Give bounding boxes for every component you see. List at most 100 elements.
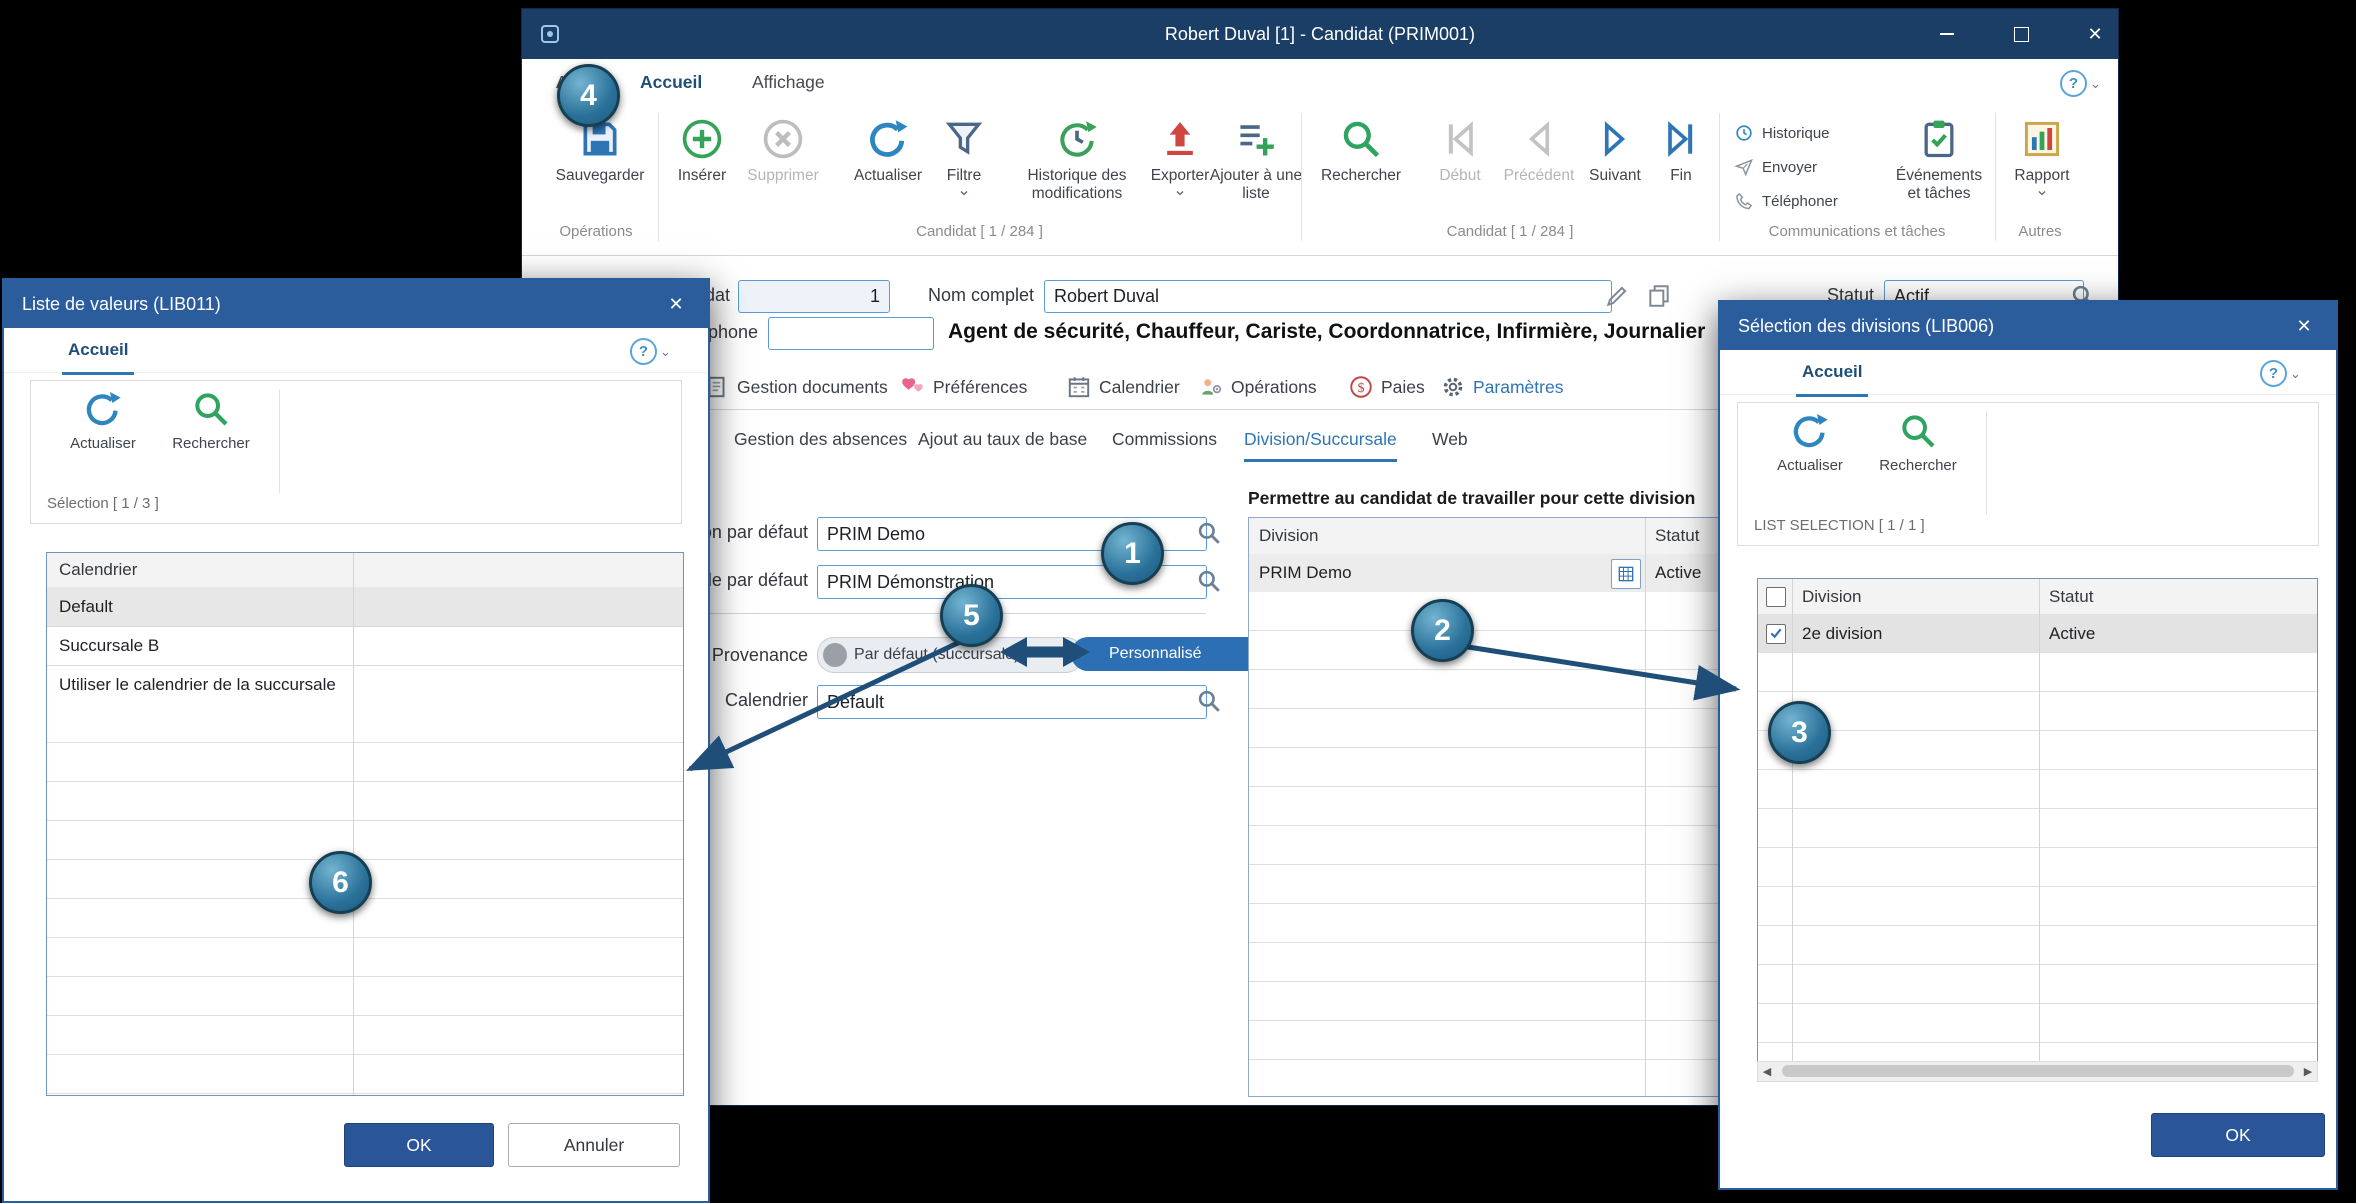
ok-button[interactable]: OK — [344, 1123, 494, 1167]
plus-circle-icon — [680, 117, 724, 161]
tab-preferences[interactable]: Préférences — [900, 365, 1027, 409]
main-menu-tabrow: A Accueil Affichage ?⌄ — [522, 59, 2118, 106]
column-divider — [353, 553, 354, 1095]
close-button[interactable]: ✕ — [2072, 9, 2118, 59]
help-button[interactable]: ?⌄ — [630, 338, 671, 365]
chevron-down-icon: ⌄ — [2090, 76, 2101, 92]
group-comms-label: Communications et tâches — [1719, 223, 1995, 247]
table-row[interactable]: 2e division Active — [1758, 614, 2317, 654]
close-button[interactable]: ✕ — [654, 280, 698, 328]
scrollbar-thumb[interactable] — [1782, 1065, 2294, 1077]
liste-valeurs-window: Liste de valeurs (LIB011) ✕ Accueil ?⌄ A… — [2, 278, 710, 1203]
candidat-field[interactable]: 1 — [738, 280, 890, 313]
cell-calendrier: Default — [47, 597, 113, 617]
col-division[interactable]: Division — [1249, 526, 1319, 546]
edit-pencil-icon[interactable] — [1604, 283, 1630, 309]
cell-calendrier: Succursale B — [47, 636, 159, 656]
ajouter-liste-button[interactable]: Ajouter à une liste — [1202, 117, 1310, 203]
rechercher-button[interactable]: Rechercher — [1866, 411, 1970, 475]
gear-icon — [1440, 374, 1466, 400]
select-all-checkbox[interactable] — [1766, 587, 1786, 607]
tab-paies[interactable]: Paies — [1348, 365, 1425, 409]
col-statut[interactable]: Statut — [2049, 587, 2093, 607]
subtab-commissions[interactable]: Commissions — [1112, 419, 1217, 459]
subtab-ajout-taux[interactable]: Ajout au taux de base — [918, 419, 1087, 459]
column-divider — [1645, 518, 1646, 1096]
calendrier-field[interactable]: Default — [817, 685, 1207, 719]
tab-calendrier[interactable]: Calendrier — [1066, 365, 1180, 409]
rechercher-label: Rechercher — [1321, 167, 1401, 185]
tab-parametres[interactable]: Paramètres — [1440, 365, 1563, 409]
fin-button[interactable]: Fin — [1650, 117, 1712, 185]
historique-modifications-button[interactable]: Historique des modifications — [1008, 117, 1146, 203]
main-titlebar[interactable]: Robert Duval [1] - Candidat (PRIM001) ✕ — [522, 9, 2118, 59]
liste-valeurs-titlebar[interactable]: Liste de valeurs (LIB011) ✕ — [4, 280, 708, 328]
clock-icon — [1734, 123, 1754, 143]
group-operations-label: Opérations — [530, 223, 662, 247]
help-button[interactable]: ?⌄ — [2060, 70, 2101, 97]
phone-icon — [1734, 191, 1754, 211]
selection-divisions-title: Sélection des divisions (LIB006) — [1738, 316, 1994, 337]
search-icon — [1339, 117, 1383, 161]
debut-button[interactable]: Début — [1428, 117, 1492, 185]
supprimer-button[interactable]: Supprimer — [742, 117, 824, 185]
telephoner-button[interactable]: Téléphoner — [1734, 187, 1838, 215]
help-button[interactable]: ?⌄ — [2260, 360, 2301, 387]
rapport-button[interactable]: Rapport — [2002, 117, 2082, 199]
grid-picker-button[interactable] — [1611, 559, 1641, 589]
rechercher-button[interactable]: Rechercher — [1314, 117, 1408, 185]
selection-divisions-titlebar[interactable]: Sélection des divisions (LIB006) ✕ — [1720, 302, 2336, 350]
calendrier-value: Default — [827, 692, 884, 713]
refresh-icon — [83, 389, 123, 429]
actualiser-button[interactable]: Actualiser — [1762, 411, 1858, 475]
copy-icon[interactable] — [1646, 283, 1672, 309]
suivant-button[interactable]: Suivant — [1584, 117, 1646, 185]
telephone-field[interactable] — [768, 317, 934, 350]
tab-gestion-documents[interactable]: Gestion documents — [704, 365, 888, 409]
search-icon[interactable] — [1196, 520, 1222, 546]
maximize-button[interactable] — [1998, 9, 2044, 59]
envoyer-button[interactable]: Envoyer — [1734, 153, 1817, 181]
rechercher-button[interactable]: Rechercher — [159, 389, 263, 453]
tab-affichage[interactable]: Affichage — [746, 59, 831, 105]
search-icon[interactable] — [1196, 688, 1222, 714]
scroll-right-icon[interactable]: ▶ — [2299, 1065, 2317, 1078]
subtab-gestion-absences[interactable]: Gestion des absences — [734, 419, 907, 459]
subtab-division-succursale[interactable]: Division/Succursale — [1244, 419, 1397, 462]
inserer-button[interactable]: Insérer — [666, 117, 738, 185]
evenements-button[interactable]: Événements et tâches — [1888, 117, 1990, 203]
debut-label: Début — [1439, 167, 1480, 185]
table-row-utiliser-calendrier[interactable]: Utiliser le calendrier de la succursale — [47, 665, 683, 705]
search-icon[interactable] — [1196, 568, 1222, 594]
col-statut[interactable]: Statut — [1655, 526, 1699, 546]
filter-icon — [942, 117, 986, 161]
horizontal-scrollbar[interactable]: ◀ ▶ — [1757, 1061, 2318, 1082]
nom-complet-field[interactable]: Robert Duval — [1044, 280, 1612, 313]
tab-accueil[interactable]: Accueil — [1796, 350, 1868, 397]
close-button[interactable]: ✕ — [2282, 302, 2326, 350]
annuler-button[interactable]: Annuler — [508, 1123, 680, 1167]
historique-button[interactable]: Historique — [1734, 119, 1830, 147]
row-checkbox-checked[interactable] — [1766, 624, 1786, 644]
tab-accueil[interactable]: Accueil — [634, 59, 708, 108]
tab-accueil[interactable]: Accueil — [62, 328, 134, 375]
toggle-par-defaut[interactable]: Par défaut (succursale) — [817, 637, 1083, 673]
actualiser-button[interactable]: Actualiser — [848, 117, 928, 185]
scroll-left-icon[interactable]: ◀ — [1758, 1065, 1776, 1078]
ok-button[interactable]: OK — [2151, 1113, 2325, 1157]
col-division[interactable]: Division — [1802, 587, 1862, 607]
minimize-button[interactable] — [1924, 9, 1970, 59]
precedent-button[interactable]: Précédent — [1494, 117, 1584, 185]
actualiser-button[interactable]: Actualiser — [55, 389, 151, 453]
tab-operations[interactable]: Opérations — [1198, 365, 1317, 409]
subtab-web[interactable]: Web — [1432, 419, 1468, 459]
table-header-row: Division Statut — [1758, 579, 2317, 615]
table-row-default[interactable]: Default — [47, 587, 683, 627]
ok-label: OK — [2225, 1125, 2250, 1146]
sauvegarder-button[interactable]: Sauvegarder — [548, 117, 652, 185]
search-icon — [191, 389, 231, 429]
col-calendrier[interactable]: Calendrier — [47, 560, 137, 580]
table-row-succursale-b[interactable]: Succursale B — [47, 626, 683, 666]
filtre-button[interactable]: Filtre — [932, 117, 996, 199]
historique-modifications-label: Historique des modifications — [1008, 167, 1146, 203]
